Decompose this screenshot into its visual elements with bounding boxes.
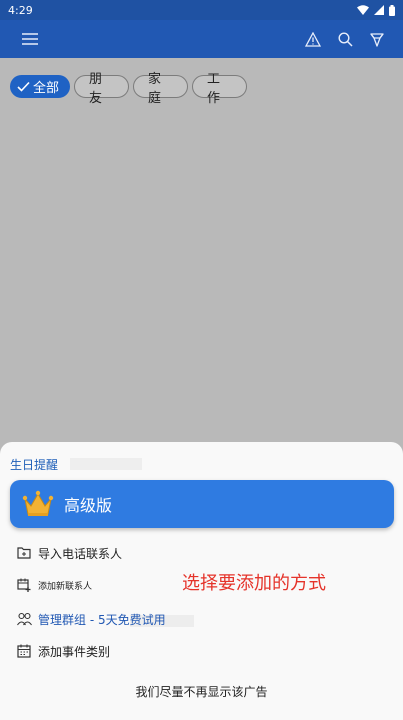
import-contacts-item[interactable]: 导入电话联系人 xyxy=(16,541,122,565)
sheet-title: 生日提醒 xyxy=(10,458,59,472)
title-shadow xyxy=(70,458,142,470)
manage-groups-item[interactable]: 管理群组 - 5天免费试用 xyxy=(16,607,166,631)
chip-label: 家庭 xyxy=(148,71,162,106)
chip-label: 全部 xyxy=(33,81,60,96)
crown-icon xyxy=(22,490,54,516)
app-bar xyxy=(0,20,403,58)
menu-button[interactable] xyxy=(14,23,46,55)
warning-button[interactable] xyxy=(297,23,329,55)
signal-icon xyxy=(374,5,384,15)
search-icon xyxy=(337,31,353,47)
chip-friends[interactable]: 朋友 xyxy=(74,72,130,106)
chip-label: 工作 xyxy=(207,71,221,106)
chip-label: 朋友 xyxy=(89,71,103,106)
ad-footer-text[interactable]: 我们尽量不再显示该广告 xyxy=(0,680,403,704)
annotation-text: 选择要添加的方式 xyxy=(182,573,326,594)
wifi-icon xyxy=(357,5,369,15)
status-bar: 4:29 xyxy=(0,0,403,20)
chip-all[interactable]: 全部 xyxy=(10,75,71,98)
menu-item-label: 添加新联系人 xyxy=(38,581,93,592)
battery-icon xyxy=(389,4,395,16)
folder-import-icon xyxy=(16,545,32,561)
menu-item-label: 管理群组 - 5天免费试用 xyxy=(38,612,166,627)
add-contact-icon xyxy=(16,577,32,593)
hamburger-icon xyxy=(22,33,38,45)
diamond-icon xyxy=(370,33,384,47)
menu-item-label: 添加事件类别 xyxy=(38,644,111,659)
chip-family[interactable]: 家庭 xyxy=(133,72,189,106)
check-icon xyxy=(17,81,30,92)
chip-work[interactable]: 工作 xyxy=(192,72,248,106)
premium-diamond-button[interactable] xyxy=(361,23,393,55)
add-event-category-item[interactable]: 添加事件类别 xyxy=(16,639,110,663)
filter-chips: 全部 朋友 家庭 工作 xyxy=(10,72,248,106)
calendar-icon xyxy=(16,643,32,659)
premium-label: 高级版 xyxy=(64,496,113,515)
premium-button[interactable]: 高级版 xyxy=(10,480,394,528)
menu-item-label: 导入电话联系人 xyxy=(38,546,123,561)
status-time: 4:29 xyxy=(8,3,33,17)
warning-icon xyxy=(305,31,321,47)
groups-icon xyxy=(16,611,32,627)
search-button[interactable] xyxy=(329,23,361,55)
add-contact-item[interactable]: 添加新联系人 xyxy=(16,573,92,597)
